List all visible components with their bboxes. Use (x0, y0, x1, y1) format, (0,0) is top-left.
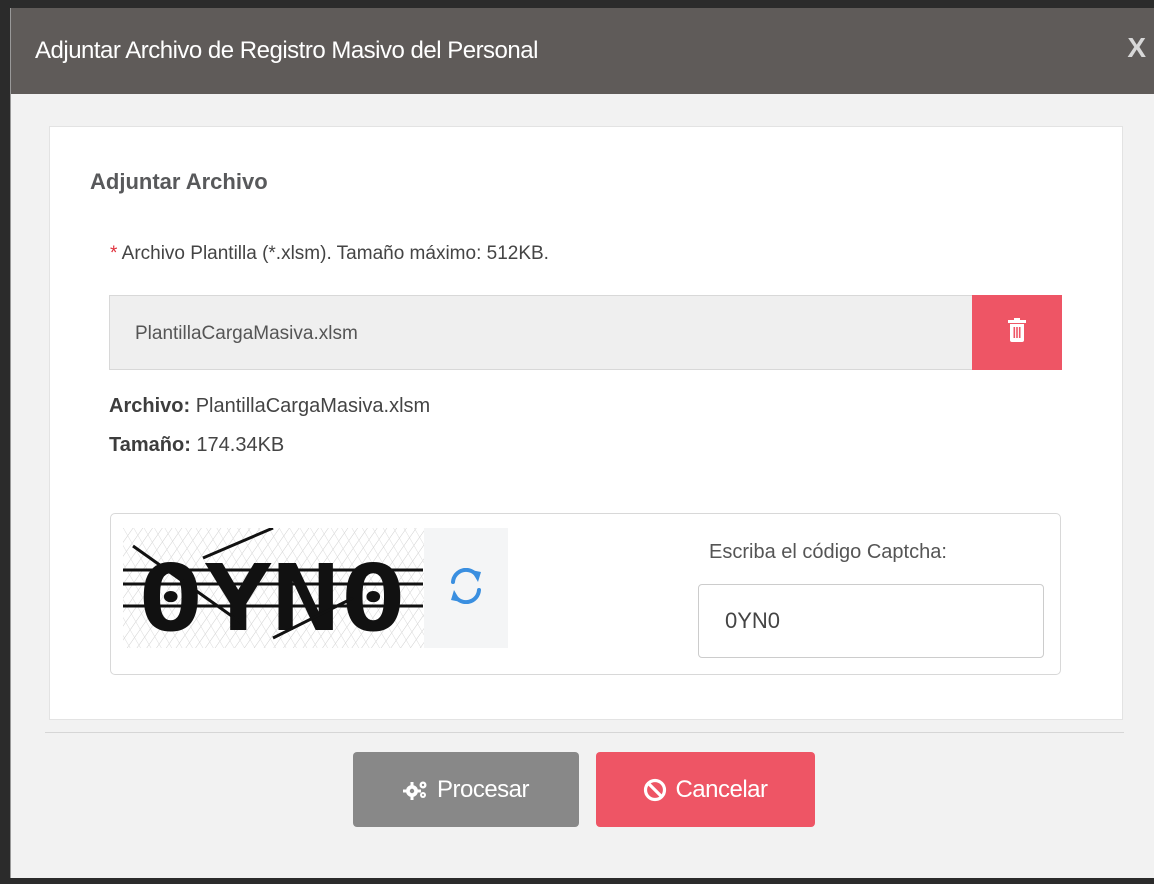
file-info-name-label: Archivo: (109, 395, 191, 417)
file-input[interactable]: PlantillaCargaMasiva.xlsm (109, 295, 1062, 370)
modal-title: Adjuntar Archivo de Registro Masivo del … (35, 37, 538, 64)
file-info-size-label: Tamaño: (109, 434, 191, 456)
procesar-label: Procesar (436, 775, 530, 803)
file-info-name: Archivo: PlantillaCargaMasiva.xlsm (109, 395, 430, 418)
modal-header: Adjuntar Archivo de Registro Masivo del … (11, 8, 1154, 94)
file-field-label-text: Archivo Plantilla (*.xlsm). Tamaño máxim… (121, 243, 549, 264)
file-info-size: Tamaño: 174.34KB (109, 434, 284, 457)
cogs-icon (402, 780, 429, 800)
captcha-refresh-button[interactable] (424, 528, 508, 648)
attach-panel: Adjuntar Archivo * Archivo Plantilla (*.… (49, 126, 1123, 720)
captcha-text: 0YN0 (137, 545, 407, 648)
cancelar-button[interactable]: Cancelar (596, 752, 815, 827)
captcha-input[interactable] (698, 584, 1044, 658)
footer-divider (45, 732, 1124, 733)
ban-icon (643, 778, 667, 802)
delete-file-button[interactable] (972, 295, 1062, 370)
panel-heading: Adjuntar Archivo (90, 169, 268, 194)
modal-dialog: Adjuntar Archivo de Registro Masivo del … (10, 8, 1154, 878)
trash-icon (1007, 318, 1027, 347)
close-button[interactable]: X (1127, 32, 1146, 64)
screen-edge-bottom (0, 878, 1154, 884)
captcha-image: 0YN0 (123, 526, 425, 652)
screen-edge-top (0, 0, 1154, 8)
required-mark: * (110, 243, 118, 264)
captcha-label: Escriba el código Captcha: (709, 541, 947, 563)
file-info-size-value: 174.34KB (196, 434, 285, 456)
captcha-box: 0YN0 Escriba el código Captcha: 0YN0 (110, 513, 1061, 675)
procesar-button[interactable]: Procesar (353, 752, 579, 827)
file-info-name-value: PlantillaCargaMasiva.xlsm (195, 395, 431, 417)
file-field-label: * Archivo Plantilla (*.xlsm). Tamaño máx… (110, 243, 549, 265)
refresh-icon (449, 567, 483, 609)
file-name: PlantillaCargaMasiva.xlsm (135, 323, 358, 344)
cancelar-label: Cancelar (675, 775, 768, 803)
